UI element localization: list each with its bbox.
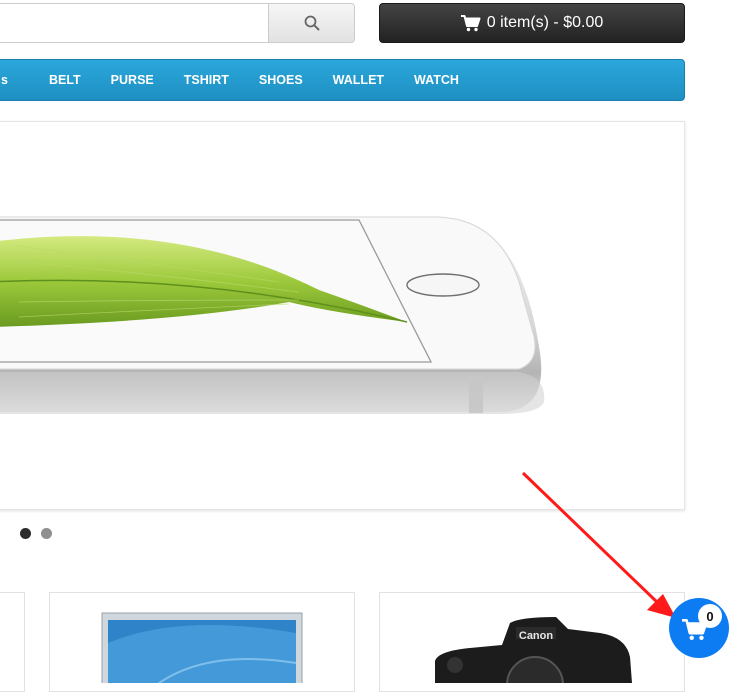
menu-item-wallet[interactable]: WALLET xyxy=(318,73,399,87)
svg-text:Canon: Canon xyxy=(519,630,554,642)
floating-cart-count-badge: 0 xyxy=(698,604,722,628)
slide-dot-2[interactable] xyxy=(41,528,52,539)
search-input[interactable] xyxy=(0,3,268,43)
cart-button[interactable]: 0 item(s) - $0.00 xyxy=(379,3,685,43)
menu-item-purse[interactable]: PURSE xyxy=(96,73,169,87)
iphone-banner-image xyxy=(0,216,545,414)
menu-item-shoes[interactable]: SHOES xyxy=(244,73,318,87)
product-card[interactable] xyxy=(0,592,25,692)
category-menu: s BELT PURSE TSHIRT SHOES WALLET WATCH xyxy=(0,59,685,101)
menu-item-watch[interactable]: WATCH xyxy=(399,73,474,87)
floating-cart-button[interactable] xyxy=(669,598,729,658)
search-icon xyxy=(304,15,319,31)
product-card-camera[interactable]: Canon xyxy=(379,592,685,692)
menu-item-tshirt[interactable]: TSHIRT xyxy=(169,73,244,87)
laptop-product-image xyxy=(101,612,303,691)
product-card-laptop[interactable] xyxy=(49,592,355,692)
banner-slideshow[interactable] xyxy=(0,121,685,510)
slide-dot-1[interactable] xyxy=(20,528,31,539)
menu-item-partial[interactable]: s xyxy=(1,73,23,87)
search-button[interactable] xyxy=(268,3,355,43)
menu-item-belt[interactable]: BELT xyxy=(23,73,96,87)
slideshow-pagination xyxy=(20,528,52,539)
camera-product-image: Canon xyxy=(435,617,632,691)
cart-total-label: 0 item(s) - $0.00 xyxy=(486,14,604,31)
cart-icon xyxy=(460,14,481,31)
